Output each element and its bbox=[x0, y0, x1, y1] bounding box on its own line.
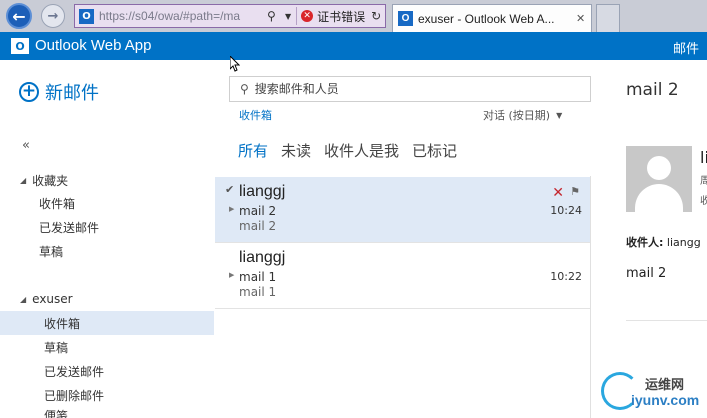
mail-preview: mail 1 bbox=[239, 285, 277, 299]
address-bar[interactable]: O https://s04/owa/#path=/ma ⚲ ▼ ✕ 证书错误 ↻ bbox=[74, 4, 386, 28]
browser-tab[interactable]: O exuser - Outlook Web A... ✕ bbox=[392, 4, 592, 32]
mail-preview: mail 2 bbox=[239, 219, 277, 233]
folder-label: 收件箱 bbox=[44, 316, 81, 331]
watermark-line1: 运维网 bbox=[645, 378, 685, 393]
reading-separator bbox=[626, 320, 707, 321]
folder-item-deleted[interactable]: 已删除邮件 bbox=[0, 383, 214, 407]
mail-time: 10:24 bbox=[550, 204, 582, 217]
mail-time: 10:22 bbox=[550, 270, 582, 283]
person-icon bbox=[647, 156, 671, 180]
outlook-logo-icon: O bbox=[11, 38, 29, 54]
reading-recipient-meta: 收 bbox=[700, 196, 707, 207]
folder-label: 已发送邮件 bbox=[44, 364, 105, 379]
sort-label: 对话 (按日期) bbox=[483, 109, 551, 122]
collapse-nav-button[interactable]: « bbox=[22, 138, 30, 153]
app-name: Outlook Web App bbox=[35, 37, 152, 54]
address-divider bbox=[296, 7, 298, 25]
reading-subject: mail 2 bbox=[626, 80, 679, 100]
header-mail-link[interactable]: 邮件 bbox=[673, 38, 699, 57]
check-icon[interactable]: ✔ bbox=[225, 183, 234, 196]
cert-error-icon[interactable]: ✕ bbox=[301, 10, 314, 22]
mail-sender: lianggj bbox=[239, 249, 286, 266]
sort-dropdown[interactable]: 对话 (按日期) ▼ bbox=[483, 107, 562, 123]
folder-label: 草稿 bbox=[44, 340, 69, 355]
mail-subject: mail 2 bbox=[239, 204, 277, 218]
address-url[interactable]: https://s04/owa/#path=/ma bbox=[99, 9, 265, 23]
favorites-header[interactable]: ◢ 收藏夹 bbox=[20, 172, 68, 189]
search-box[interactable]: ⚲ bbox=[229, 76, 591, 102]
reading-date: 周 bbox=[700, 176, 707, 187]
browser-chrome: ← → O https://s04/owa/#path=/ma ⚲ ▼ ✕ 证书… bbox=[0, 0, 707, 32]
reload-icon[interactable]: ↻ bbox=[371, 9, 381, 23]
favorites-header-label: 收藏夹 bbox=[32, 174, 69, 188]
mail-list-item[interactable]: ✔ lianggj ▶ mail 2 mail 2 ✕ ⚑ 10:24 bbox=[215, 177, 590, 243]
folder-label: 便笺 bbox=[44, 409, 69, 418]
person-icon-body bbox=[635, 184, 683, 212]
filter-all[interactable]: 所有 bbox=[238, 140, 268, 161]
folder-item-drafts[interactable]: 草稿 bbox=[0, 335, 214, 359]
avatar bbox=[626, 146, 692, 212]
mail-subject: mail 1 bbox=[239, 270, 277, 284]
search-icon[interactable]: ⚲ bbox=[267, 9, 281, 23]
search-input[interactable] bbox=[254, 82, 575, 96]
favorites-item-inbox[interactable]: 收件箱 bbox=[0, 191, 214, 215]
reading-body: mail 2 bbox=[626, 266, 667, 281]
filter-unread[interactable]: 未读 bbox=[281, 140, 311, 161]
mail-list-item[interactable]: lianggj ▶ mail 1 mail 1 10:22 bbox=[215, 243, 590, 309]
expand-triangle-icon[interactable]: ▶ bbox=[229, 271, 234, 279]
pane-divider bbox=[590, 176, 591, 418]
reading-to-row: 收件人: liangg bbox=[626, 234, 701, 250]
new-mail-button[interactable]: + 新邮件 bbox=[19, 79, 99, 105]
account-name: exuser bbox=[32, 292, 73, 306]
tab-title: exuser - Outlook Web A... bbox=[418, 11, 555, 26]
tab-close-icon[interactable]: ✕ bbox=[576, 12, 585, 25]
dropdown-icon[interactable]: ▼ bbox=[285, 12, 291, 21]
forward-button[interactable]: → bbox=[41, 4, 65, 28]
back-arrow-icon: ← bbox=[12, 6, 26, 26]
folder-label: 草稿 bbox=[39, 244, 64, 259]
collapse-triangle-icon[interactable]: ◢ bbox=[20, 295, 26, 304]
folder-item-notes[interactable]: 便笺 bbox=[0, 407, 214, 418]
folder-item-sent[interactable]: 已发送邮件 bbox=[0, 359, 214, 383]
back-button[interactable]: ← bbox=[6, 3, 32, 29]
new-mail-label: 新邮件 bbox=[45, 83, 99, 104]
outlook-favicon-icon: O bbox=[79, 8, 94, 24]
filter-flagged[interactable]: 已标记 bbox=[412, 140, 457, 161]
watermark: 运维网 iyunv.com bbox=[597, 368, 705, 416]
folder-label: 已发送邮件 bbox=[39, 220, 100, 235]
new-tab-button[interactable] bbox=[596, 4, 620, 32]
owa-header: O Outlook Web App 邮件 bbox=[0, 32, 707, 60]
account-header[interactable]: ◢ exuser bbox=[20, 292, 73, 306]
to-value[interactable]: liangg bbox=[667, 236, 701, 249]
filter-tabs: 所有 未读 收件人是我 已标记 bbox=[238, 140, 470, 161]
delete-icon[interactable]: ✕ bbox=[552, 185, 564, 201]
folder-item-inbox[interactable]: 收件箱 bbox=[0, 311, 214, 335]
reading-sender[interactable]: li bbox=[700, 148, 707, 167]
plus-circle-icon: + bbox=[19, 82, 39, 102]
folder-label: 收件箱 bbox=[39, 196, 76, 211]
to-label: 收件人: bbox=[626, 236, 664, 249]
filter-to-me[interactable]: 收件人是我 bbox=[324, 140, 399, 161]
mouse-cursor-icon bbox=[230, 56, 240, 72]
search-icon: ⚲ bbox=[240, 82, 249, 96]
outlook-favicon-icon: O bbox=[398, 11, 413, 26]
current-folder-label: 收件箱 bbox=[239, 109, 272, 122]
mail-sender: lianggj bbox=[239, 183, 286, 200]
flag-icon[interactable]: ⚑ bbox=[570, 185, 580, 198]
chevron-down-icon: ▼ bbox=[556, 110, 563, 120]
favorites-item-sent[interactable]: 已发送邮件 bbox=[0, 215, 214, 239]
cert-error-label[interactable]: 证书错误 bbox=[317, 8, 365, 25]
watermark-line2: iyunv.com bbox=[631, 392, 700, 408]
forward-arrow-icon: → bbox=[47, 8, 59, 24]
favorites-item-drafts[interactable]: 草稿 bbox=[0, 239, 214, 263]
folder-label: 已删除邮件 bbox=[44, 388, 105, 403]
expand-triangle-icon[interactable]: ▶ bbox=[229, 205, 234, 213]
collapse-triangle-icon[interactable]: ◢ bbox=[20, 176, 26, 185]
